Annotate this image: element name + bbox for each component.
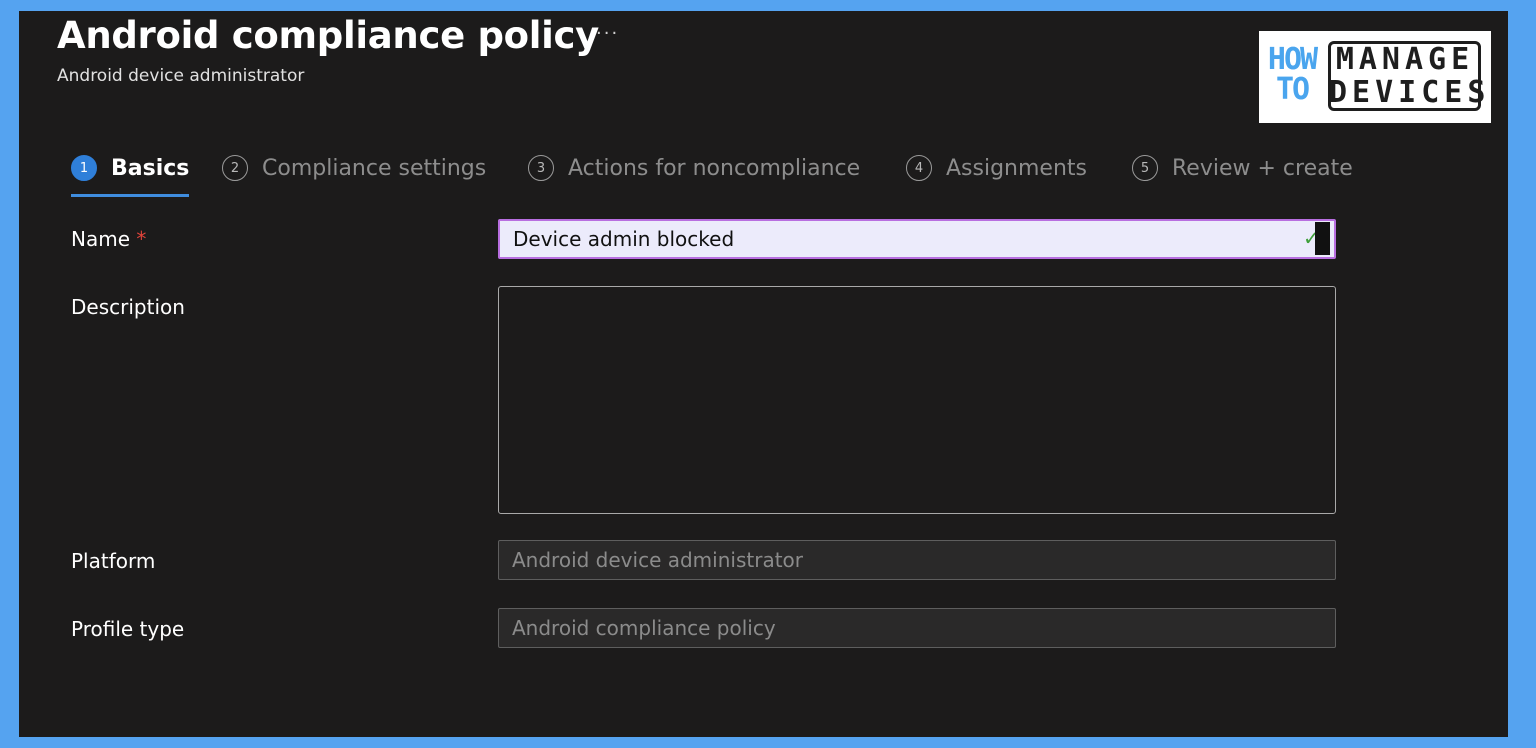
profile-type-label: Profile type <box>71 617 185 641</box>
step-label: Actions for noncompliance <box>568 155 861 181</box>
page-title: Android compliance policy <box>57 14 599 57</box>
more-options-icon[interactable]: ··· <box>596 23 619 44</box>
step-number-3: 3 <box>528 155 554 181</box>
description-label: Description <box>71 295 185 319</box>
text-cursor <box>1315 222 1330 255</box>
page-subtitle: Android device administrator <box>57 66 305 86</box>
name-label: Name * <box>71 227 147 251</box>
profile-type-field <box>498 608 1336 648</box>
step-number-4: 4 <box>906 155 932 181</box>
platform-field <box>498 540 1336 580</box>
step-label: Basics <box>111 155 190 181</box>
step-number-1: 1 <box>71 155 97 181</box>
step-label: Compliance settings <box>262 155 487 181</box>
step-basics[interactable]: 1 Basics <box>71 149 190 197</box>
step-label: Assignments <box>946 155 1087 181</box>
step-label: Review + create <box>1172 155 1353 181</box>
logo-manage-devices: MANAGE DEVICES <box>1329 42 1491 110</box>
wizard-steps: 1 Basics 2 Compliance settings 3 Actions… <box>19 149 1508 199</box>
step-compliance-settings[interactable]: 2 Compliance settings <box>222 149 486 187</box>
name-input[interactable] <box>498 219 1336 259</box>
step-number-5: 5 <box>1132 155 1158 181</box>
how-to-manage-devices-logo: HOW TO MANAGE DEVICES <box>1259 31 1491 123</box>
step-number-2: 2 <box>222 155 248 181</box>
logo-how-to: HOW TO <box>1267 42 1318 107</box>
required-asterisk: * <box>136 227 147 251</box>
platform-label: Platform <box>71 549 156 573</box>
description-textarea[interactable] <box>498 286 1336 514</box>
step-actions-for-noncompliance[interactable]: 3 Actions for noncompliance <box>528 149 860 187</box>
wizard-panel: Android compliance policy ··· Android de… <box>19 11 1508 737</box>
step-review-create[interactable]: 5 Review + create <box>1132 149 1353 187</box>
step-assignments[interactable]: 4 Assignments <box>906 149 1087 187</box>
